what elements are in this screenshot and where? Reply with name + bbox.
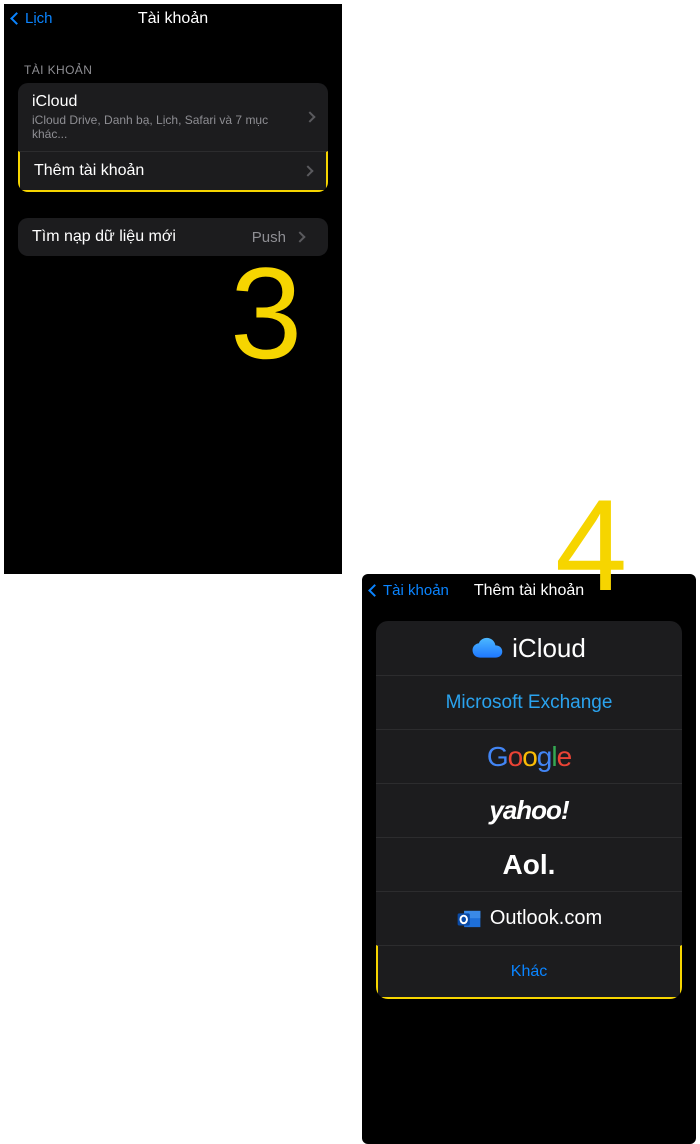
provider-list: iCloud Microsoft Exchange Google yahoo! …: [376, 621, 682, 999]
chevron-left-icon: [368, 584, 381, 597]
step-number-3: 3: [230, 238, 302, 388]
provider-yahoo[interactable]: yahoo!: [376, 783, 682, 837]
screen-add-account: Tài khoản Thêm tài khoản iCloud Microsof…: [362, 574, 696, 1144]
chevron-right-icon: [302, 165, 313, 176]
section-header-accounts: TÀI KHOẢN: [4, 37, 342, 83]
nav-header: Lịch Tài khoản: [4, 4, 342, 37]
provider-other[interactable]: Khác: [376, 945, 682, 999]
provider-label: Outlook.com: [490, 907, 602, 930]
provider-label: Khác: [511, 963, 547, 981]
nav-header: Tài khoản Thêm tài khoản: [362, 574, 696, 611]
fetch-label: Tìm nạp dữ liệu mới: [32, 228, 176, 246]
provider-label: iCloud: [512, 633, 586, 664]
back-button[interactable]: Lịch: [12, 10, 53, 27]
icloud-icon: [472, 637, 506, 659]
account-title: iCloud: [32, 93, 306, 111]
back-label: Tài khoản: [383, 582, 449, 599]
account-subtitle: iCloud Drive, Danh bạ, Lịch, Safari và 7…: [32, 113, 306, 141]
back-button[interactable]: Tài khoản: [370, 582, 449, 599]
provider-label: Aol.: [503, 849, 556, 881]
step-number-4: 4: [555, 470, 627, 620]
page-title: Tài khoản: [4, 10, 342, 28]
add-account-label: Thêm tài khoản: [34, 162, 144, 180]
provider-aol[interactable]: Aol.: [376, 837, 682, 891]
chevron-right-icon: [304, 111, 315, 122]
provider-label: yahoo!: [489, 795, 568, 826]
provider-icloud[interactable]: iCloud: [376, 621, 682, 675]
provider-label: Microsoft Exchange: [446, 692, 613, 714]
accounts-group: iCloud iCloud Drive, Danh bạ, Lịch, Safa…: [18, 83, 328, 192]
outlook-icon: [456, 906, 482, 932]
provider-google[interactable]: Google: [376, 729, 682, 783]
chevron-left-icon: [10, 12, 23, 25]
google-logo: Google: [487, 741, 571, 773]
provider-exchange[interactable]: Microsoft Exchange: [376, 675, 682, 729]
add-account-row[interactable]: Thêm tài khoản: [18, 151, 328, 192]
back-label: Lịch: [25, 10, 53, 27]
provider-outlook[interactable]: Outlook.com: [376, 891, 682, 945]
account-row-icloud[interactable]: iCloud iCloud Drive, Danh bạ, Lịch, Safa…: [18, 83, 328, 151]
